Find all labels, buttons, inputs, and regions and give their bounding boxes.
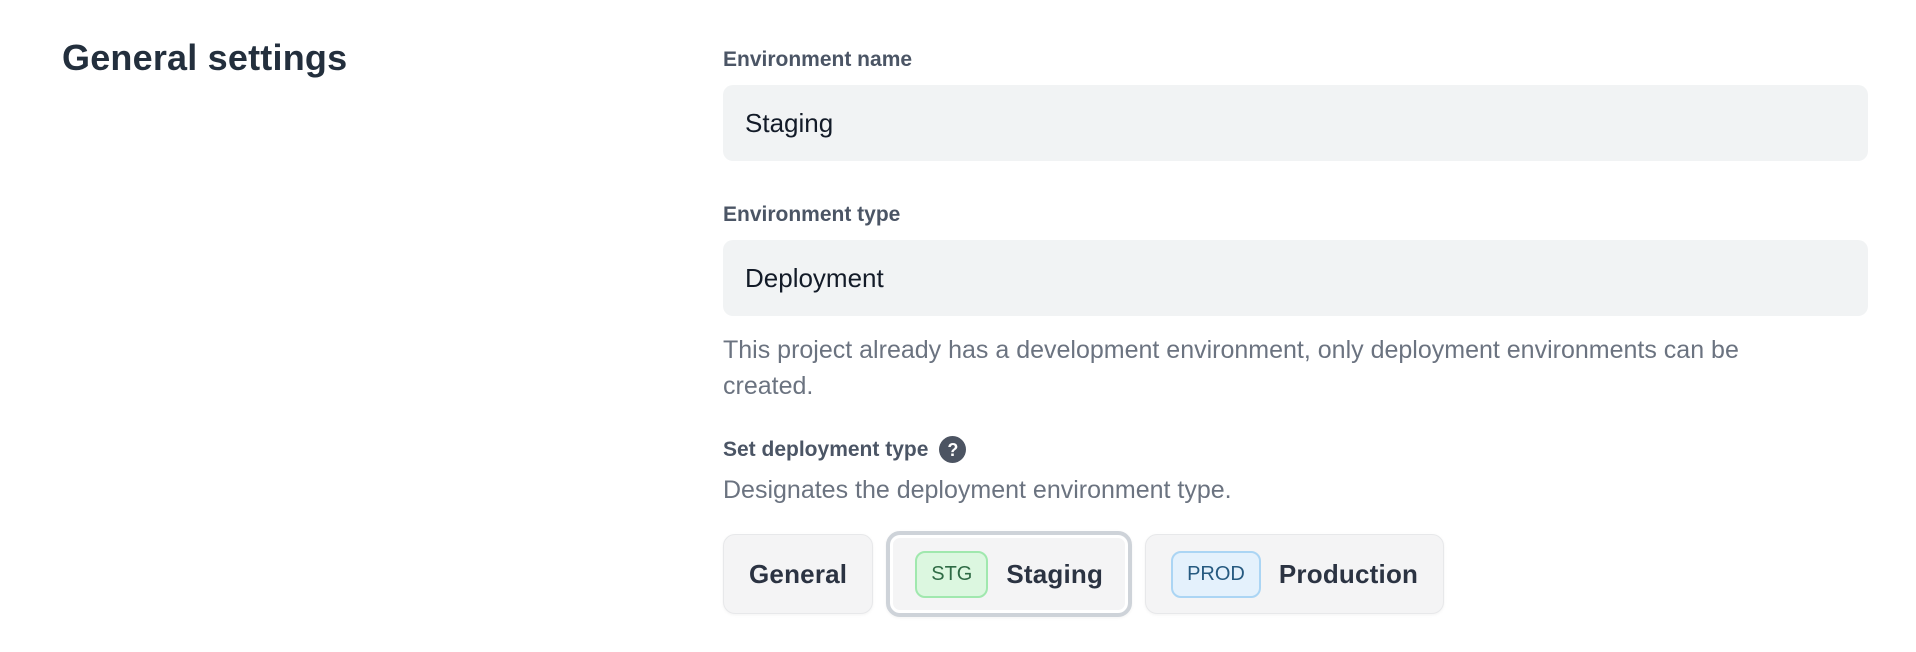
environment-type-help-text: This project already has a development e… <box>723 332 1868 404</box>
environment-type-input[interactable] <box>723 240 1868 316</box>
set-deployment-type-row: Set deployment type ? <box>723 436 1868 463</box>
deployment-type-general-button[interactable]: General <box>723 534 873 614</box>
production-button-label: Production <box>1279 559 1418 590</box>
help-text-line-2: created. <box>723 372 813 400</box>
deployment-type-options: General STG Staging PROD Production <box>723 531 1868 617</box>
staging-button-label: Staging <box>1006 559 1103 590</box>
stg-badge: STG <box>915 551 988 598</box>
deployment-type-description: Designates the deployment environment ty… <box>723 475 1868 505</box>
environment-settings-page: General settings Environment name Enviro… <box>0 0 1916 617</box>
help-text-line-1: This project already has a development e… <box>723 336 1739 364</box>
general-button-label: General <box>749 559 847 590</box>
page-title: General settings <box>62 37 723 78</box>
prod-badge: PROD <box>1171 551 1261 598</box>
environment-name-label: Environment name <box>723 47 1868 73</box>
settings-section-header: General settings <box>62 37 723 617</box>
environment-name-input[interactable] <box>723 85 1868 161</box>
settings-form: Environment name Environment type This p… <box>723 37 1868 617</box>
deployment-type-production-button[interactable]: PROD Production <box>1145 534 1444 614</box>
set-deployment-type-label: Set deployment type <box>723 437 928 463</box>
deployment-type-staging-button[interactable]: STG Staging <box>886 531 1132 617</box>
help-icon[interactable]: ? <box>939 436 966 463</box>
environment-type-label: Environment type <box>723 202 1868 228</box>
